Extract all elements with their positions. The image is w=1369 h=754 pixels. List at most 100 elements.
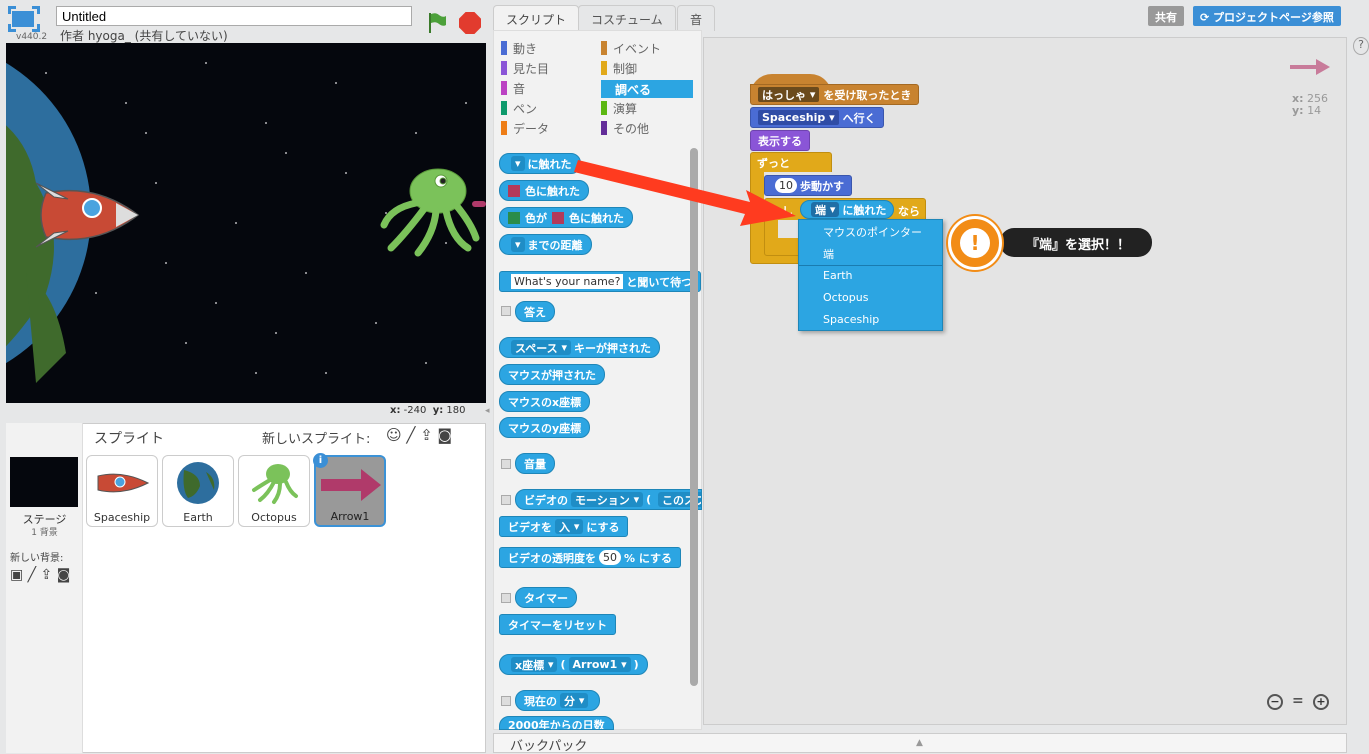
- category-label: 演算: [613, 101, 638, 116]
- timer-block[interactable]: タイマー: [515, 587, 577, 608]
- mouse-x-block[interactable]: マウスのx座標: [499, 391, 591, 412]
- category-item[interactable]: 見た目: [501, 59, 601, 77]
- menu-item-edge[interactable]: 端: [823, 246, 834, 262]
- arrow-thumbnail: [321, 469, 381, 501]
- backpack-expand-icon[interactable]: ▲: [916, 738, 923, 748]
- stage-column: ステージ 1 背景 新しい背景: ▣ ╱ ⇪ ◙: [6, 423, 83, 753]
- touching-block[interactable]: ▾ に触れた: [499, 153, 581, 174]
- category-color-swatch: [601, 61, 607, 75]
- tab-scripts[interactable]: スクリプト: [493, 5, 580, 31]
- sprite-position: x: 256 y: 14: [1292, 92, 1328, 117]
- category-item[interactable]: イベント: [601, 39, 693, 57]
- current-checkbox[interactable]: [501, 696, 511, 706]
- zoom-reset-icon[interactable]: =: [1292, 693, 1304, 709]
- zoom-in-icon[interactable]: +: [1313, 694, 1329, 710]
- video-motion-block[interactable]: ビデオの モーション ▾( このスプ: [515, 489, 702, 510]
- octopus-thumbnail: [252, 464, 298, 504]
- category-item[interactable]: その他: [601, 119, 693, 137]
- broadcast-hat-block[interactable]: はっしゃ ▾ を受け取ったとき: [750, 84, 920, 105]
- category-label: イベント: [613, 41, 662, 56]
- author-label: 作者 hyoga_ (共有していない): [60, 29, 228, 43]
- category-item[interactable]: 音: [501, 79, 601, 97]
- category-label: 音: [513, 81, 526, 96]
- spaceship-sprite: [35, 182, 140, 248]
- category-color-swatch: [601, 121, 607, 135]
- attribute-of-block[interactable]: x座標 ▾(Arrow1 ▾): [499, 654, 648, 675]
- show-block[interactable]: 表示する: [750, 130, 810, 151]
- stage-canvas[interactable]: [6, 43, 486, 403]
- earth-thumbnail: [177, 462, 219, 504]
- mouse-y-block[interactable]: マウスのy座標: [499, 417, 591, 438]
- key-pressed-block[interactable]: スペース ▾ キーが押された: [499, 337, 661, 358]
- timer-checkbox[interactable]: [501, 593, 511, 603]
- sprite-name: Arrow1: [330, 510, 370, 523]
- share-button[interactable]: 共有: [1148, 6, 1184, 26]
- menu-item-spaceship[interactable]: Spaceship: [823, 313, 879, 326]
- annotation-arrow-icon: [574, 160, 796, 226]
- category-label: その他: [613, 121, 650, 136]
- stage-coordinates: x: -240 y: 180: [390, 405, 466, 416]
- category-label: 見た目: [513, 61, 550, 76]
- category-color-swatch: [501, 81, 507, 95]
- category-label: データ: [513, 121, 550, 136]
- green-flag-icon[interactable]: [426, 12, 448, 37]
- current-time-block[interactable]: 現在の分 ▾: [515, 690, 601, 711]
- project-title-input[interactable]: [56, 6, 412, 26]
- video-transparency-block[interactable]: ビデオの透明度を 50% にする: [499, 547, 681, 568]
- sprite-name: Spaceship: [93, 511, 151, 524]
- new-backdrop-tools[interactable]: ▣ ╱ ⇪ ◙: [10, 567, 70, 583]
- sprite-card-spaceship[interactable]: Spaceship: [86, 455, 158, 527]
- sprite-name: Octopus: [251, 511, 297, 524]
- stop-icon[interactable]: [459, 12, 481, 34]
- menu-item-octopus[interactable]: Octopus: [823, 291, 868, 304]
- category-item[interactable]: データ: [501, 119, 601, 137]
- category-sensing-selected[interactable]: 調べる: [601, 80, 693, 98]
- category-label: ペン: [513, 101, 538, 116]
- category-item[interactable]: ペン: [501, 99, 601, 117]
- category-item[interactable]: 制御: [601, 59, 693, 77]
- answer-block[interactable]: 答え: [515, 301, 555, 322]
- tab-costumes[interactable]: コスチューム: [578, 5, 676, 31]
- video-on-block[interactable]: ビデオを入 ▾ にする: [499, 516, 629, 537]
- category-item[interactable]: 動き: [501, 39, 601, 57]
- menu-item-mouse-pointer[interactable]: マウスのポインター: [823, 224, 922, 240]
- category-label: 制御: [613, 61, 638, 76]
- sprite-card-earth[interactable]: Earth: [162, 455, 234, 527]
- touching-dropdown-menu: マウスのポインター 端 Earth Octopus Spaceship: [798, 219, 943, 331]
- instruction-tooltip: 『端』を選択！！: [1000, 228, 1152, 257]
- refresh-icon: ⟳: [1200, 11, 1214, 24]
- sprite-card-octopus[interactable]: Octopus: [238, 455, 310, 527]
- spaceship-thumbnail: [97, 473, 150, 493]
- sprites-header: スプライト: [94, 431, 164, 447]
- help-icon[interactable]: ?: [1353, 37, 1369, 55]
- loudness-checkbox[interactable]: [501, 459, 511, 469]
- video-motion-checkbox[interactable]: [501, 495, 511, 505]
- new-backdrop-label: 新しい背景:: [10, 553, 64, 564]
- days-since-block[interactable]: 2000年からの日数: [499, 716, 614, 730]
- exclamation-icon: !: [957, 225, 993, 261]
- goto-block[interactable]: Spaceship ▾ へ行く: [750, 107, 884, 128]
- category-color-swatch: [501, 41, 507, 55]
- category-color-swatch: [501, 121, 507, 135]
- zoom-out-icon[interactable]: −: [1267, 694, 1283, 710]
- reset-timer-block[interactable]: タイマーをリセット: [499, 614, 616, 635]
- new-sprite-tools[interactable]: ☺ ╱ ⇪ ◙: [386, 426, 452, 444]
- mouse-down-block[interactable]: マウスが押された: [499, 364, 605, 385]
- category-item[interactable]: 演算: [601, 99, 693, 117]
- distance-block[interactable]: ▾ までの距離: [499, 234, 592, 255]
- category-label: 動き: [513, 41, 538, 56]
- touching-condition-block[interactable]: 端 ▾ に触れた: [800, 200, 895, 219]
- answer-checkbox[interactable]: [501, 306, 511, 316]
- see-project-page-button[interactable]: ⟳ プロジェクトページ参照: [1193, 6, 1341, 26]
- collapse-stage-icon[interactable]: ◂: [485, 406, 493, 420]
- stage-thumbnail[interactable]: [10, 457, 78, 507]
- menu-item-earth[interactable]: Earth: [823, 269, 853, 282]
- tab-sounds[interactable]: 音: [677, 5, 716, 31]
- loudness-block[interactable]: 音量: [515, 453, 555, 474]
- new-sprite-label: 新しいスプライト:: [262, 432, 371, 447]
- ask-block[interactable]: What's your name? と聞いて待つ: [499, 271, 702, 292]
- category-color-swatch: [601, 41, 607, 55]
- category-color-swatch: [501, 101, 507, 115]
- octopus-sprite: [380, 168, 480, 257]
- info-icon[interactable]: i: [313, 453, 328, 468]
